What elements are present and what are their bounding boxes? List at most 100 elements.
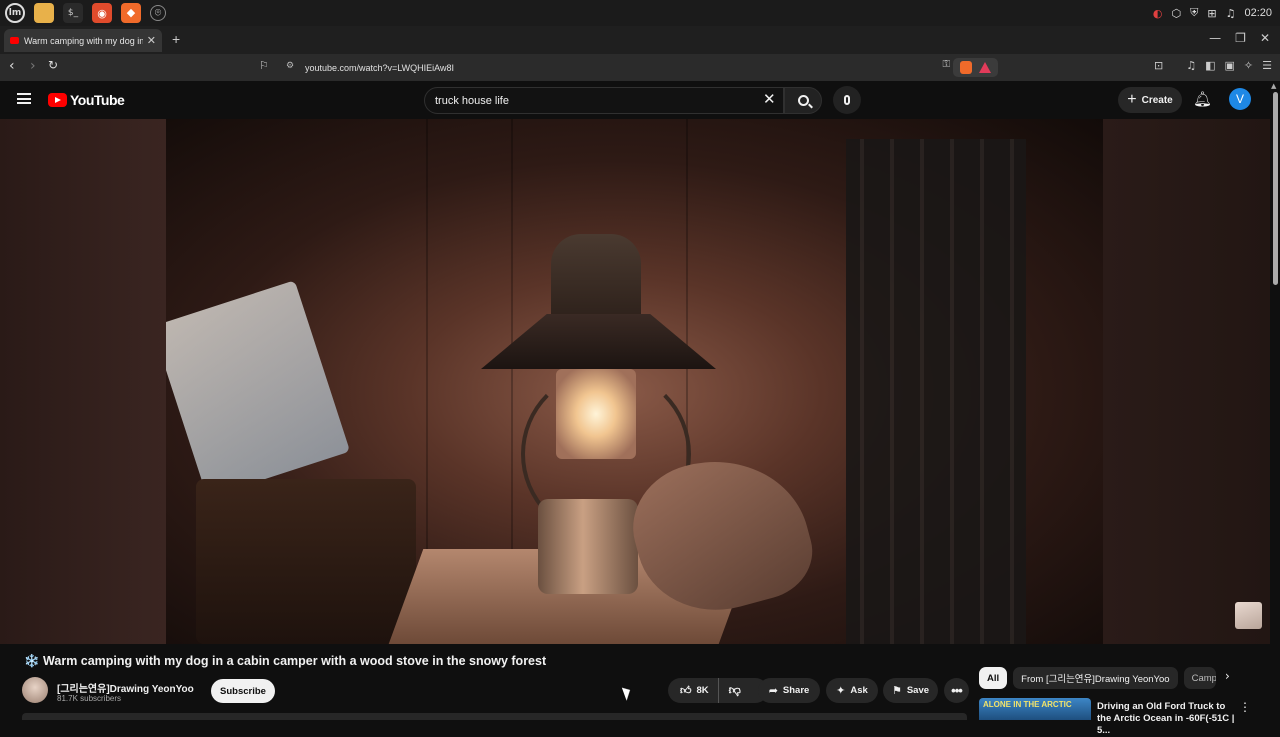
search-value: truck house life bbox=[435, 94, 509, 107]
sparkle-icon: ✦ bbox=[836, 684, 846, 697]
close-window-icon[interactable]: ✕ bbox=[1260, 31, 1270, 45]
chevron-right-icon[interactable]: › bbox=[1225, 669, 1230, 683]
more-vertical-icon[interactable]: ⋮ bbox=[1239, 700, 1251, 714]
shield-icon[interactable]: ⛨ bbox=[1190, 6, 1198, 20]
voice-search-button[interactable] bbox=[833, 86, 861, 114]
chip-all[interactable]: All bbox=[979, 667, 1008, 689]
chip-channel[interactable]: From [그리는연유]Drawing YeonYoo bbox=[1013, 667, 1178, 689]
lantern-top bbox=[551, 234, 641, 324]
lantern-base bbox=[538, 499, 638, 594]
channel-name[interactable]: [그리는연유]Drawing YeonYoo bbox=[57, 680, 194, 695]
video-title: ❄️ Warm camping with my dog in a cabin c… bbox=[24, 654, 547, 668]
updates-icon[interactable]: ◐ bbox=[1153, 7, 1163, 20]
chip-camping[interactable]: Camping bbox=[1183, 667, 1216, 689]
wallet-icon[interactable]: ▣ bbox=[1225, 59, 1235, 72]
subscriber-count: 81.7K subscribers bbox=[57, 694, 122, 703]
url-field[interactable]: ⚙ youtube.com/watch?v=LWQHIEiAw8I bbox=[278, 57, 1002, 78]
plus-icon: + bbox=[1127, 91, 1137, 108]
brave-browser-icon[interactable]: ◆ bbox=[121, 3, 141, 23]
account-avatar[interactable]: V bbox=[1229, 88, 1251, 110]
maximize-icon[interactable]: ❐ bbox=[1235, 31, 1246, 45]
brave-rewards-icon[interactable] bbox=[978, 62, 991, 73]
url-text: youtube.com/watch?v=LWQHIEiAw8I bbox=[305, 62, 454, 73]
mint-menu-icon[interactable]: lm bbox=[5, 3, 25, 23]
youtube-play-icon bbox=[48, 93, 67, 107]
wooden-chair bbox=[196, 479, 416, 644]
microphone-icon bbox=[844, 95, 850, 105]
scrollbar-thumb[interactable] bbox=[1273, 92, 1278, 285]
ambient-left bbox=[0, 119, 166, 644]
recommendation-chips: All From [그리는연유]Drawing YeonYoo Camping bbox=[979, 667, 1216, 689]
share-label: Share bbox=[782, 685, 810, 696]
bookmark-icon[interactable]: ⚐ bbox=[259, 59, 269, 72]
search-input[interactable]: truck house life bbox=[424, 87, 784, 114]
recommendation-thumbnail[interactable]: ALONE IN THE ARCTIC bbox=[979, 698, 1091, 720]
tab-youtube[interactable]: Warm camping with my dog in a cabin camp… bbox=[4, 29, 162, 52]
ask-label: Ask bbox=[850, 685, 868, 696]
youtube-logo[interactable]: YouTube bbox=[48, 92, 125, 108]
network-icon[interactable]: ⬡ bbox=[1172, 7, 1182, 20]
more-actions-button[interactable]: ••• bbox=[944, 678, 969, 703]
create-button[interactable]: + Create bbox=[1118, 87, 1182, 113]
new-tab-icon[interactable]: + bbox=[172, 31, 180, 47]
password-key-icon[interactable]: ⚿ bbox=[943, 59, 951, 70]
files-icon[interactable] bbox=[34, 3, 54, 23]
guide-menu-icon[interactable] bbox=[17, 93, 31, 104]
minimize-icon[interactable]: — bbox=[1209, 31, 1221, 45]
search-button[interactable] bbox=[784, 87, 822, 114]
clear-search-icon[interactable]: ✕ bbox=[763, 90, 776, 108]
description-box[interactable] bbox=[22, 713, 967, 720]
dislike-button[interactable]: 👎︎ bbox=[719, 683, 741, 698]
mouse-cursor-icon bbox=[621, 685, 634, 701]
bookmark-save-icon: ⚑ bbox=[891, 684, 902, 697]
close-tab-icon[interactable]: ✕ bbox=[147, 34, 156, 47]
address-toolbar: ‹ › ↻ ⚐ ⚙ youtube.com/watch?v=LWQHIEiAw8… bbox=[0, 54, 1280, 81]
subscribe-button[interactable]: Subscribe bbox=[211, 679, 275, 703]
scroll-up-icon[interactable]: ▲ bbox=[1271, 82, 1276, 90]
clock[interactable]: 02:20 bbox=[1244, 7, 1272, 19]
back-icon[interactable]: ‹ bbox=[9, 58, 15, 74]
save-button[interactable]: ⚑ Save bbox=[883, 678, 938, 703]
reload-icon[interactable]: ↻ bbox=[48, 58, 58, 72]
split-view-icon[interactable]: ◧ bbox=[1205, 59, 1215, 72]
video-player[interactable] bbox=[0, 119, 1270, 644]
tab-strip: Warm camping with my dog in a cabin camp… bbox=[0, 26, 1280, 54]
channel-watermark[interactable] bbox=[1235, 602, 1262, 629]
channel-avatar[interactable] bbox=[22, 677, 48, 703]
terminal-icon[interactable]: $_ bbox=[63, 3, 83, 23]
tab-title: Warm camping with my dog in a cabin camp… bbox=[24, 35, 143, 46]
like-button[interactable]: 👍︎ 8K bbox=[668, 678, 719, 703]
brave-shields-icon[interactable] bbox=[960, 61, 973, 74]
youtube-wordmark: YouTube bbox=[70, 92, 125, 108]
system-tray: ◐ ⬡ ⛨ ⊞ ♫ 02:20 bbox=[1153, 0, 1272, 26]
ask-button[interactable]: ✦ Ask bbox=[826, 678, 878, 703]
ai-assistant-icon[interactable]: ✧ bbox=[1244, 59, 1253, 72]
thumbs-up-icon: 👍︎ bbox=[680, 684, 692, 697]
network-tree-icon[interactable]: ⊞ bbox=[1207, 7, 1216, 20]
extensions-group bbox=[953, 58, 998, 77]
paper-bag bbox=[166, 280, 351, 498]
youtube-header: YouTube truck house life ✕ + Create 🔔︎ V bbox=[0, 81, 1280, 119]
forward-icon[interactable]: › bbox=[30, 58, 36, 74]
notifications-bell-icon[interactable]: 🔔︎ bbox=[1193, 90, 1212, 108]
media-icon[interactable]: ♫ bbox=[1186, 59, 1196, 72]
app-icon[interactable]: ⌾ bbox=[150, 5, 166, 21]
plaid-curtain bbox=[846, 139, 1026, 644]
share-icon: ➦ bbox=[768, 684, 778, 697]
sidebar-toggle-icon[interactable]: ⊡ bbox=[1154, 59, 1163, 72]
share-button[interactable]: ➦ Share bbox=[758, 678, 820, 703]
ambient-right bbox=[1103, 119, 1270, 644]
os-taskbar: lm $_ ◉ ◆ ⌾ ◐ ⬡ ⛨ ⊞ ♫ 02:20 bbox=[0, 0, 1280, 26]
lantern-glass bbox=[556, 369, 636, 459]
video-frame[interactable] bbox=[166, 119, 1103, 644]
youtube-favicon-icon bbox=[10, 37, 19, 44]
more-horizontal-icon: ••• bbox=[951, 683, 963, 698]
lantern-shade bbox=[481, 314, 716, 369]
like-count: 8K bbox=[696, 685, 709, 696]
site-info-icon[interactable]: ⚙ bbox=[286, 61, 294, 71]
music-icon[interactable]: ♫ bbox=[1226, 7, 1236, 20]
hamburger-menu-icon[interactable]: ☰ bbox=[1262, 59, 1272, 72]
save-label: Save bbox=[906, 685, 930, 696]
recommendation-title[interactable]: Driving an Old Ford Truck to the Arctic … bbox=[1097, 701, 1237, 737]
app-icon[interactable]: ◉ bbox=[92, 3, 112, 23]
